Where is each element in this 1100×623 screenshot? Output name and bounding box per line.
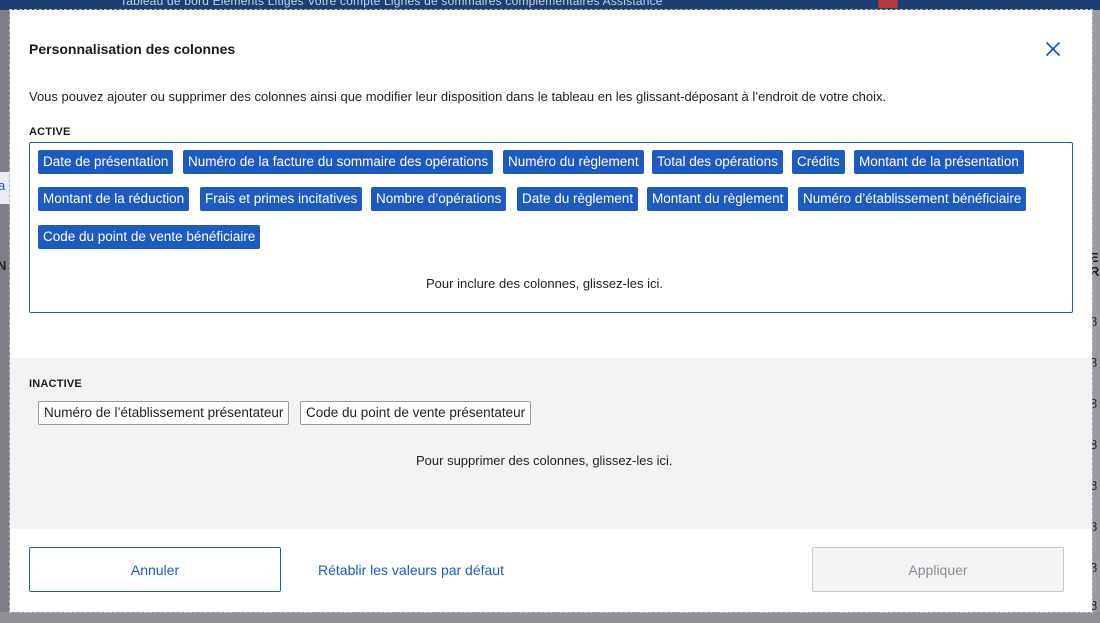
background-left-char: a	[0, 178, 6, 193]
reset-defaults-link[interactable]: Rétablir les valeurs par défaut	[318, 562, 504, 578]
active-column-chip[interactable]: Code du point de vente bénéficiaire	[38, 225, 261, 249]
active-column-chip[interactable]: Total des opérations	[652, 150, 783, 174]
active-column-chip[interactable]: Montant de la présentation	[854, 150, 1024, 174]
apply-button[interactable]: Appliquer	[812, 547, 1064, 592]
background-left-char: N	[0, 258, 7, 273]
close-icon	[1046, 42, 1060, 56]
close-button[interactable]	[1042, 38, 1064, 60]
background-table-bottom	[0, 612, 1100, 623]
column-customization-modal: Personnalisation des colonnes Vous pouve…	[9, 9, 1093, 613]
active-column-chip[interactable]: Crédits	[792, 150, 845, 174]
active-column-chip[interactable]: Date du règlement	[517, 187, 639, 211]
modal-title: Personnalisation des colonnes	[29, 41, 236, 57]
active-section-label: ACTIVE	[29, 126, 71, 138]
cancel-button[interactable]: Annuler	[29, 547, 281, 592]
modal-description: Vous pouvez ajouter ou supprimer des col…	[29, 89, 887, 104]
active-column-chip[interactable]: Numéro d’établissement bénéficiaire	[798, 187, 1027, 211]
active-columns-dropzone[interactable]: Date de présentation Numéro de la factur…	[29, 142, 1073, 313]
background-top-nav: Tableau de bord Éléments Litiges Votre c…	[0, 0, 1100, 10]
active-column-chip[interactable]: Numéro de la facture du sommaire des opé…	[183, 150, 494, 174]
active-drop-hint: Pour inclure des colonnes, glissez-les i…	[426, 276, 663, 291]
inactive-column-chip[interactable]: Numéro de l’établissement présentateur	[38, 401, 290, 425]
inactive-drop-hint: Pour supprimer des colonnes, glissez-les…	[416, 453, 673, 468]
active-column-chip[interactable]: Frais et primes incitatives	[200, 187, 363, 211]
inactive-columns-dropzone[interactable]: INACTIVE Numéro de l’établissement prése…	[10, 358, 1092, 529]
active-column-chip[interactable]: Nombre d’opérations	[371, 187, 507, 211]
active-column-chip[interactable]: Montant de la réduction	[38, 187, 190, 211]
background-nav-text: Tableau de bord Éléments Litiges Votre c…	[120, 0, 663, 8]
active-column-chip[interactable]: Montant du règlement	[647, 187, 789, 211]
inactive-section-label: INACTIVE	[29, 378, 82, 390]
active-column-chip[interactable]: Numéro du règlement	[503, 150, 644, 174]
flag-icon	[878, 0, 898, 8]
inactive-column-chip[interactable]: Code du point de vente présentateur	[300, 401, 532, 425]
active-column-chip[interactable]: Date de présentation	[38, 150, 174, 174]
